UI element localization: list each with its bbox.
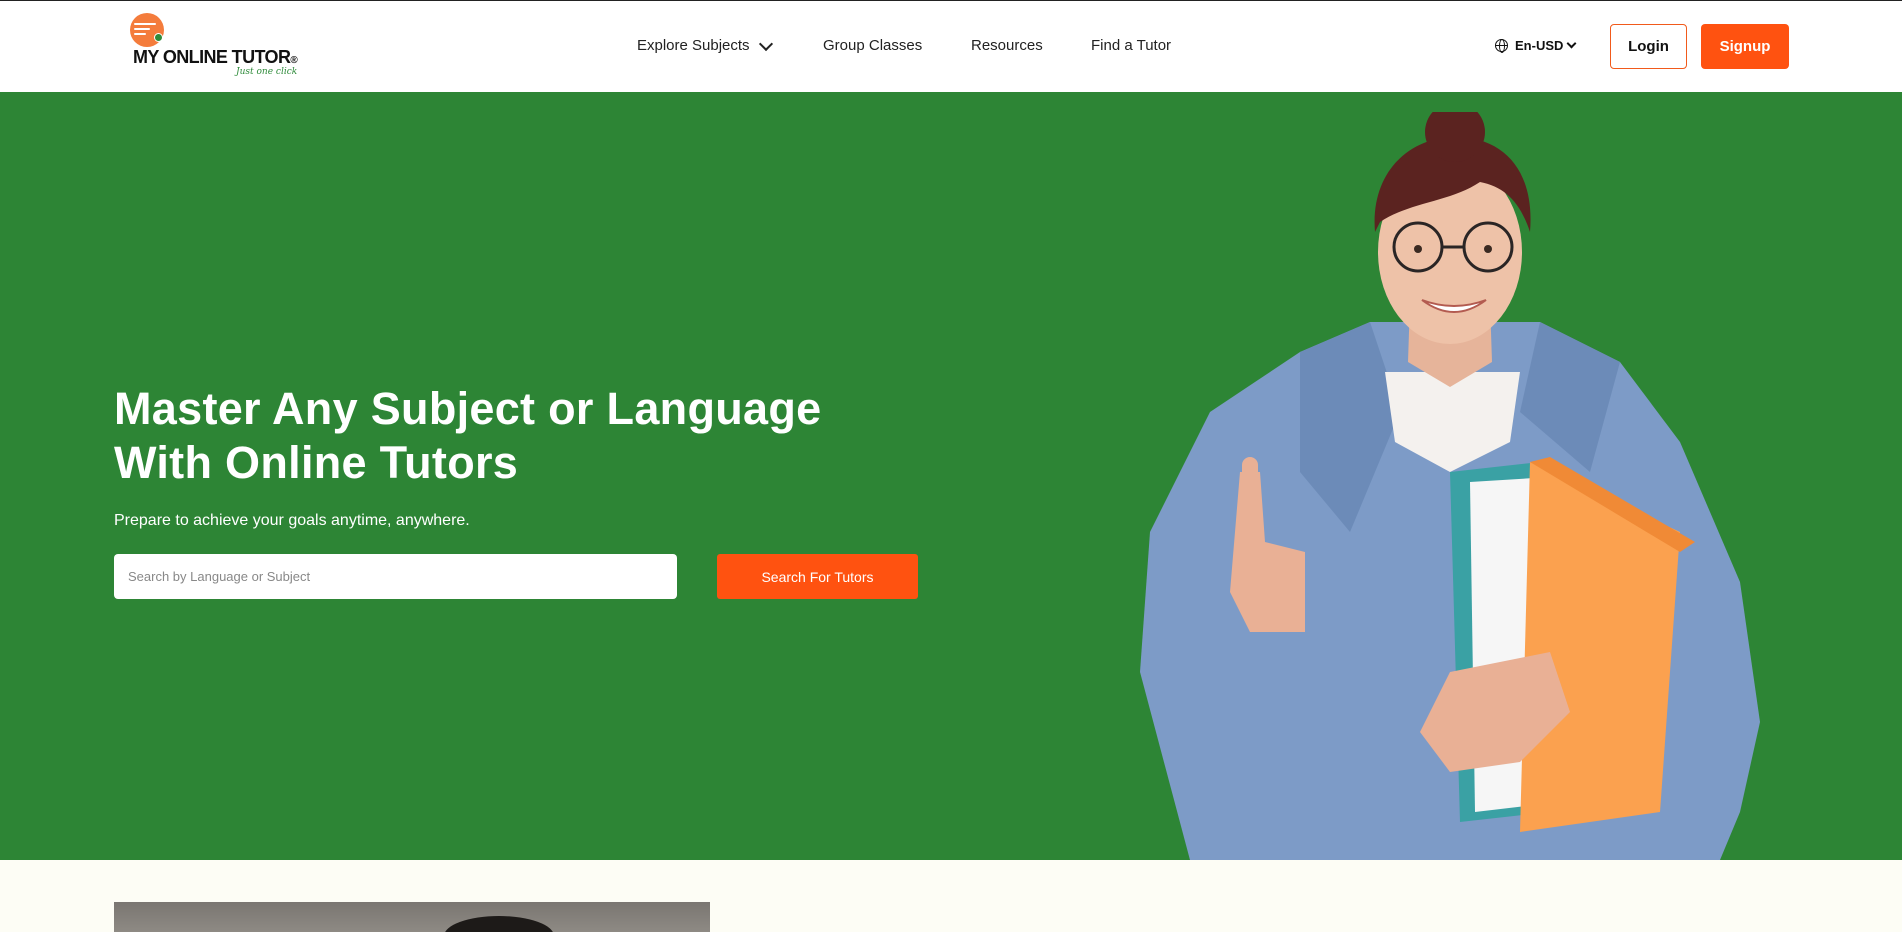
logo-tagline: Just one click — [236, 67, 298, 77]
section-image-subject — [444, 916, 554, 932]
signup-button[interactable]: Signup — [1701, 24, 1789, 69]
logo-name: MY ONLINE TUTOR — [133, 47, 291, 67]
search-for-tutors-button[interactable]: Search For Tutors — [717, 554, 918, 599]
nav-explore-subjects[interactable]: Explore Subjects — [637, 37, 750, 54]
globe-icon — [1495, 39, 1508, 53]
login-button[interactable]: Login — [1610, 24, 1687, 69]
language-selector[interactable]: En-USD — [1495, 38, 1577, 53]
logo-lines-icon — [134, 23, 156, 37]
logo-wordmark: MY ONLINE TUTOR® — [133, 47, 298, 68]
nav-find-a-tutor[interactable]: Find a Tutor — [1091, 37, 1171, 54]
logo-registered-mark: ® — [290, 55, 298, 66]
section-image — [114, 902, 710, 932]
hero-section: Master Any Subject or Language With Onli… — [0, 92, 1902, 860]
chevron-down-icon — [1566, 38, 1577, 49]
site-header: MY ONLINE TUTOR® Just one click Explore … — [0, 0, 1902, 92]
brand-logo[interactable]: MY ONLINE TUTOR® Just one click — [128, 11, 298, 83]
hero-subtitle: Prepare to achieve your goals anytime, a… — [114, 512, 470, 529]
nav-group-classes[interactable]: Group Classes — [823, 37, 922, 54]
chevron-down-icon[interactable] — [758, 36, 774, 52]
hero-student-image — [1140, 112, 1760, 860]
search-input[interactable] — [114, 554, 677, 599]
nav-resources[interactable]: Resources — [971, 37, 1043, 54]
logo-dot-icon — [154, 33, 163, 42]
hero-title: Master Any Subject or Language With Onli… — [114, 383, 822, 488]
language-label: En-USD — [1515, 38, 1564, 53]
